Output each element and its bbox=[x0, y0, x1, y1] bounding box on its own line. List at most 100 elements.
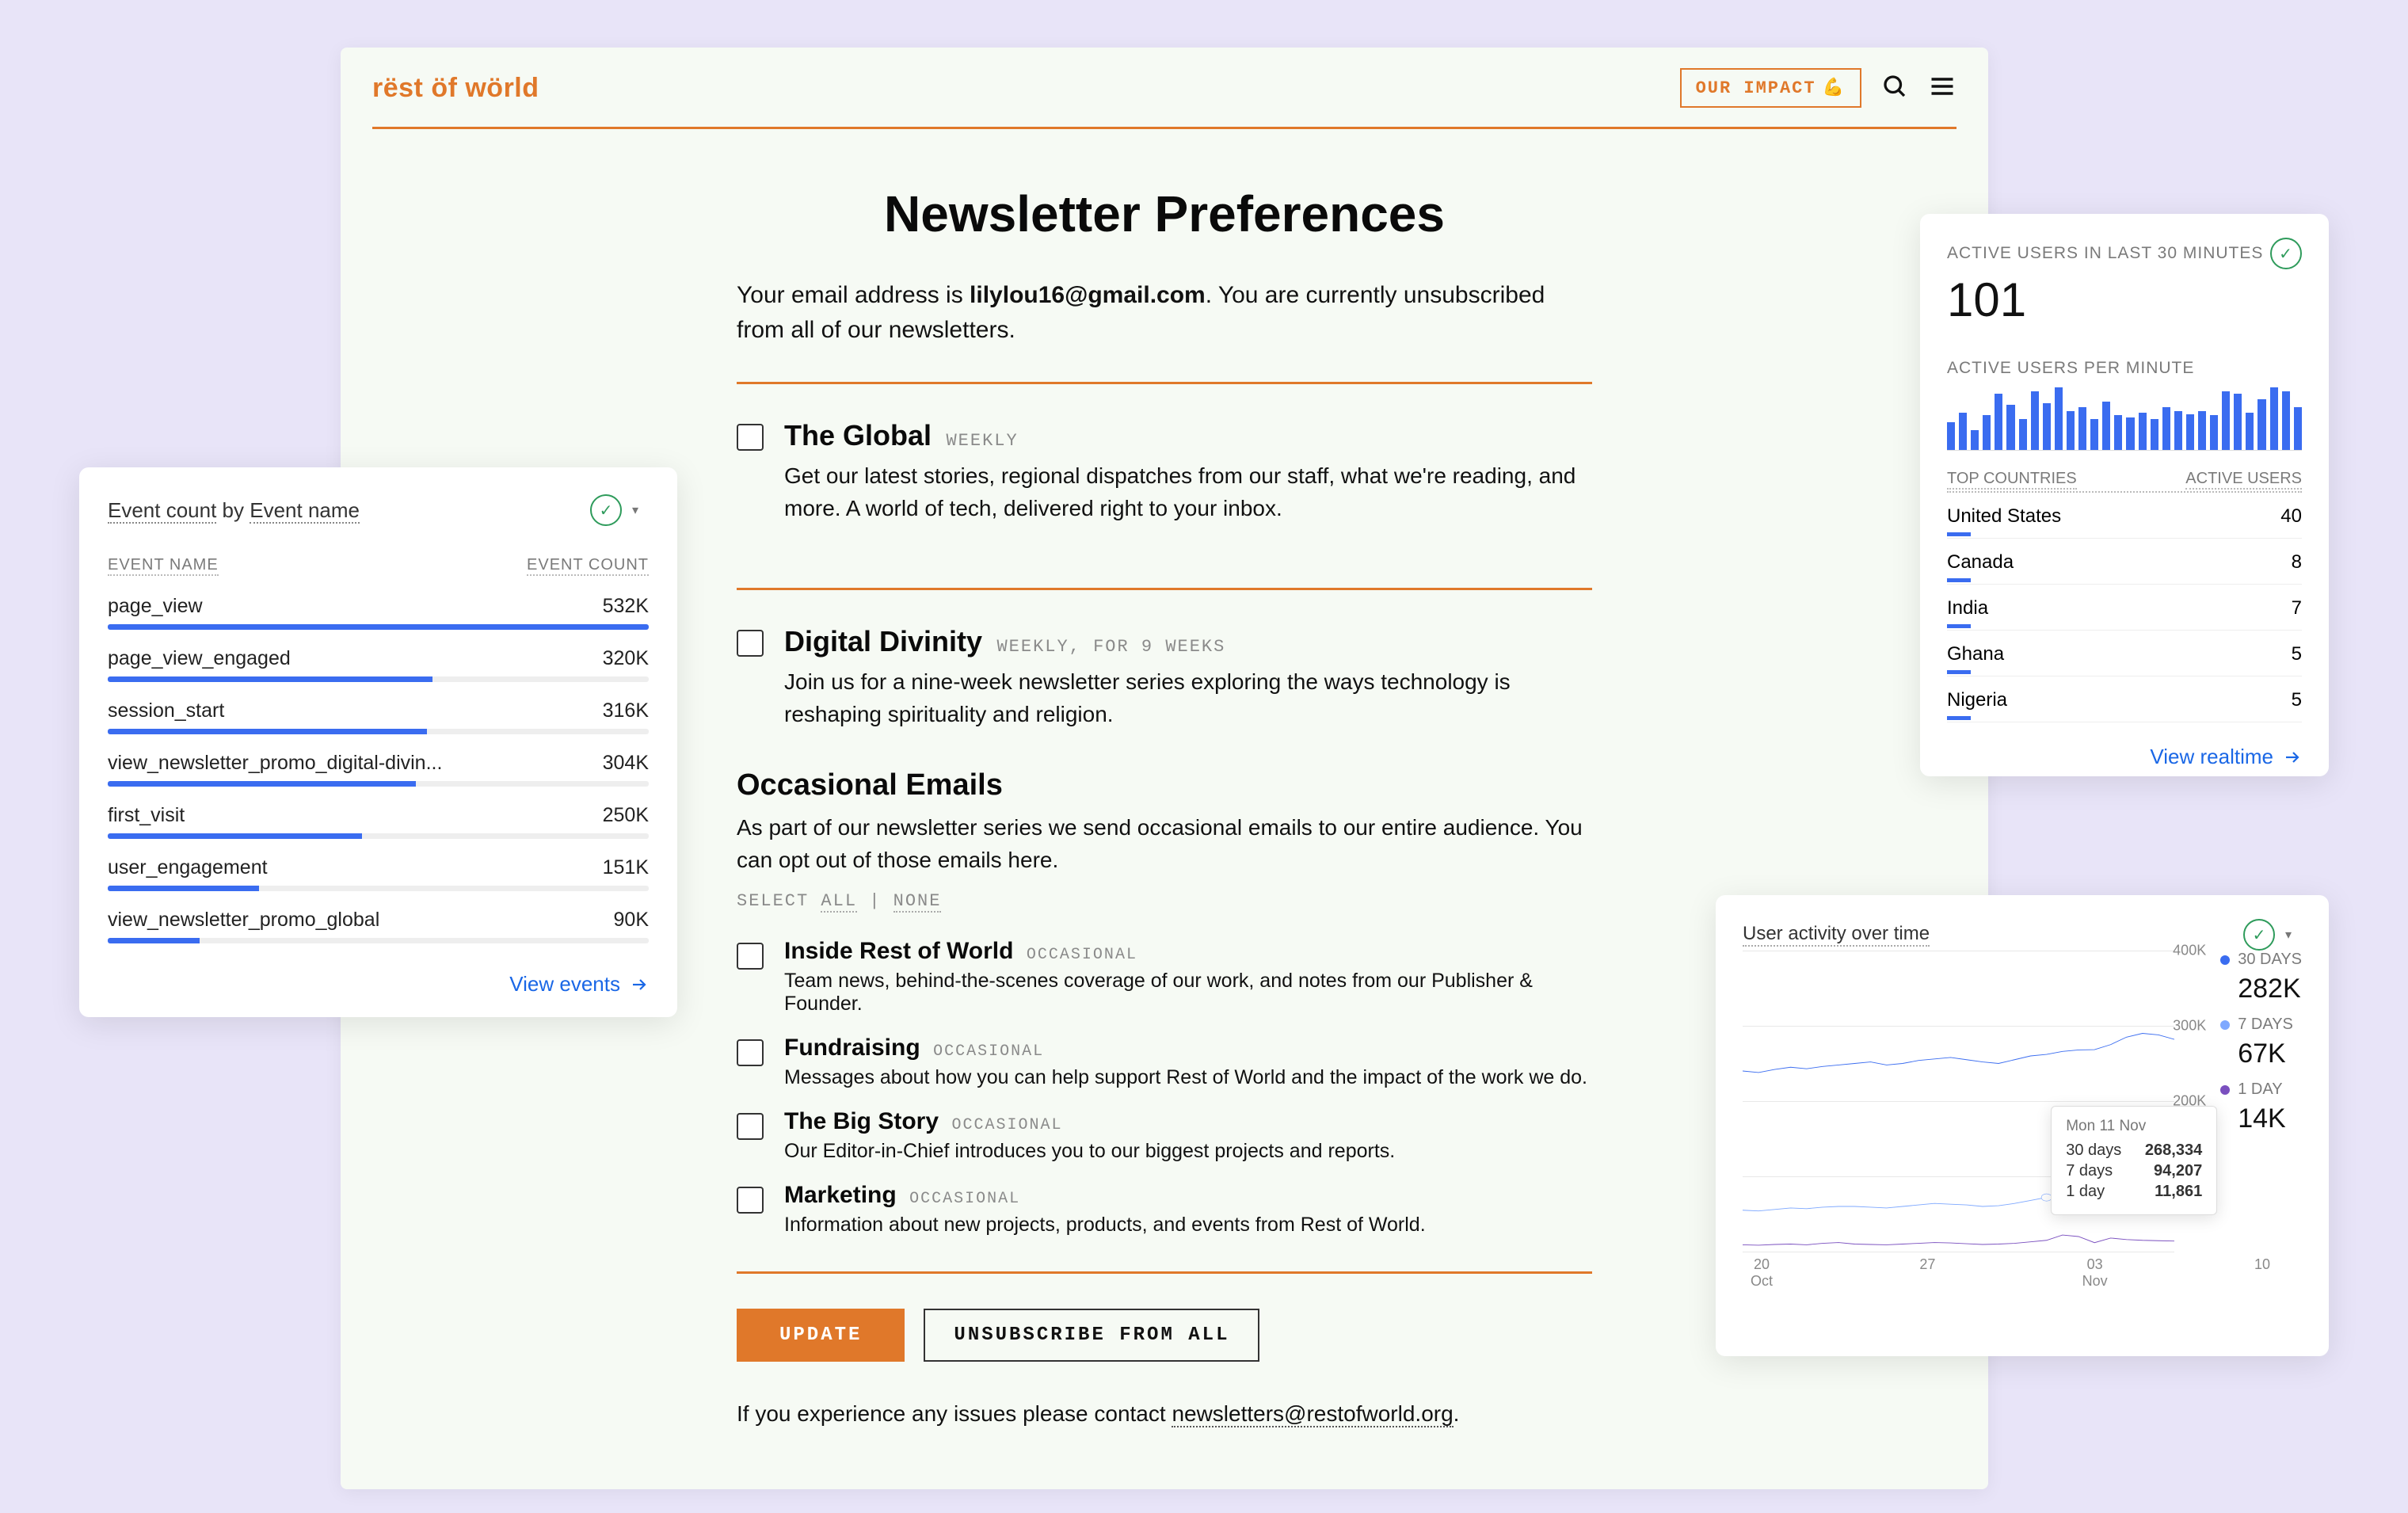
xtick: 20 bbox=[1751, 1256, 1773, 1273]
tooltip-value: 11,861 bbox=[2155, 1183, 2202, 1201]
occasional-item-big-story: The Big Story OCCASIONAL Our Editor-in-C… bbox=[737, 1108, 1592, 1163]
event-row[interactable]: page_view532K bbox=[108, 581, 649, 633]
event-rows: page_view532Kpage_view_engaged320Ksessio… bbox=[108, 581, 649, 947]
view-realtime-link[interactable]: View realtime bbox=[1947, 745, 2302, 769]
country-bar bbox=[1947, 670, 1971, 674]
spark-bar bbox=[2270, 387, 2278, 450]
dimension-selector[interactable]: Event name bbox=[250, 498, 360, 524]
event-name: view_newsletter_promo_digital-divin... bbox=[108, 752, 442, 775]
card-menu-dropdown[interactable]: ▾ bbox=[622, 494, 649, 526]
country-bar bbox=[1947, 716, 1971, 720]
event-card-title: Event count by Event name bbox=[108, 498, 360, 523]
occasional-title: Inside Rest of World bbox=[784, 938, 1013, 964]
card-menu-dropdown[interactable]: ▾ bbox=[2275, 919, 2302, 951]
event-name: session_start bbox=[108, 699, 224, 722]
legend-dot-icon bbox=[2220, 1020, 2230, 1030]
spark-bar bbox=[2114, 415, 2122, 450]
spark-bar bbox=[2222, 391, 2230, 450]
update-button[interactable]: UPDATE bbox=[737, 1309, 905, 1362]
occasional-description: Team news, behind-the-scenes coverage of… bbox=[784, 970, 1592, 1016]
event-bar bbox=[108, 729, 649, 734]
newsletter-title: The Global bbox=[784, 419, 932, 452]
select-all-none-row: SELECT ALL | NONE bbox=[737, 891, 1592, 911]
our-impact-button[interactable]: OUR IMPACT 💪 bbox=[1680, 68, 1861, 108]
view-events-link[interactable]: View events bbox=[108, 972, 649, 997]
country-value: 8 bbox=[2292, 551, 2302, 582]
select-none-link[interactable]: NONE bbox=[893, 891, 942, 913]
event-row[interactable]: page_view_engaged320K bbox=[108, 633, 649, 685]
country-name: Nigeria bbox=[1947, 689, 2007, 711]
occasional-description: Information about new projects, products… bbox=[784, 1214, 1426, 1237]
check-circle-icon: ✓ bbox=[2270, 238, 2302, 269]
country-row[interactable]: India7 bbox=[1947, 585, 2302, 631]
newsletter-title: Digital Divinity bbox=[784, 625, 982, 657]
event-row[interactable]: first_visit 250K bbox=[108, 790, 649, 842]
support-email-link[interactable]: newsletters@restofworld.org bbox=[1172, 1401, 1453, 1427]
event-column-headers: EVENT NAME EVENT COUNT bbox=[108, 556, 649, 576]
search-icon[interactable] bbox=[1880, 72, 1909, 105]
metric-selector[interactable]: Event count bbox=[108, 498, 216, 524]
col-top-countries: TOP COUNTRIES bbox=[1947, 470, 2077, 490]
legend-dot-icon bbox=[2220, 1085, 2230, 1095]
spark-bar bbox=[2031, 391, 2039, 450]
occasional-description: Our Editor-in-Chief introduces you to ou… bbox=[784, 1140, 1395, 1163]
country-row[interactable]: Canada8 bbox=[1947, 539, 2302, 585]
line-chart-area[interactable]: 400K 300K 200K 100K Mon 11 Nov 30 days26… bbox=[1743, 951, 2206, 1252]
event-bar bbox=[108, 833, 649, 839]
legend-value: 67K bbox=[2238, 1039, 2302, 1069]
occasional-title: The Big Story bbox=[784, 1108, 939, 1134]
newsletter-checkbox[interactable] bbox=[737, 424, 764, 451]
event-name: first_visit bbox=[108, 804, 185, 827]
occasional-checkbox[interactable] bbox=[737, 1039, 764, 1066]
activity-title[interactable]: User activity over time bbox=[1743, 923, 1930, 947]
active-users-card: ACTIVE USERS IN LAST 30 MINUTES ✓ 101 AC… bbox=[1920, 214, 2329, 776]
country-row[interactable]: United States40 bbox=[1947, 493, 2302, 539]
country-bar bbox=[1947, 578, 1971, 582]
occasional-checkbox[interactable] bbox=[737, 943, 764, 970]
spark-bar bbox=[2126, 417, 2134, 450]
occasional-checkbox[interactable] bbox=[737, 1113, 764, 1140]
occasional-tag: OCCASIONAL bbox=[951, 1116, 1062, 1134]
line-series bbox=[1743, 1034, 2174, 1073]
occasional-title: Marketing bbox=[784, 1182, 897, 1208]
ytick: 300K bbox=[2173, 1018, 2206, 1035]
spark-bar bbox=[1947, 422, 1955, 450]
event-row[interactable]: session_start316K bbox=[108, 685, 649, 737]
event-row[interactable]: user_engagement151K bbox=[108, 842, 649, 894]
site-header: rëst öf wörld OUR IMPACT 💪 bbox=[372, 68, 1956, 129]
hamburger-menu-icon[interactable] bbox=[1928, 72, 1956, 105]
unsubscribe-all-button[interactable]: UNSUBSCRIBE FROM ALL bbox=[924, 1309, 1259, 1362]
legend-label: 1 DAY bbox=[2238, 1080, 2282, 1099]
our-impact-label: OUR IMPACT bbox=[1696, 78, 1816, 98]
event-count: 250K bbox=[603, 804, 649, 827]
event-row[interactable]: view_newsletter_promo_global90K bbox=[108, 894, 649, 947]
occasional-tag: OCCASIONAL bbox=[909, 1190, 1020, 1208]
user-activity-card: User activity over time ✓ ▾ 400K 300K 20… bbox=[1716, 895, 2329, 1356]
select-separator: | bbox=[869, 891, 881, 911]
country-column-headers: TOP COUNTRIES ACTIVE USERS bbox=[1947, 470, 2302, 493]
country-value: 40 bbox=[2280, 505, 2302, 536]
arrow-right-icon bbox=[2283, 748, 2302, 767]
site-logo[interactable]: rëst öf wörld bbox=[372, 73, 539, 104]
newsletter-checkbox[interactable] bbox=[737, 630, 764, 657]
country-value: 7 bbox=[2292, 597, 2302, 628]
country-row[interactable]: Ghana5 bbox=[1947, 631, 2302, 676]
view-events-label: View events bbox=[509, 972, 620, 997]
event-count: 90K bbox=[614, 909, 649, 932]
chart-tooltip: Mon 11 Nov 30 days268,334 7 days94,207 1… bbox=[2051, 1106, 2217, 1215]
legend-value: 14K bbox=[2238, 1103, 2302, 1134]
occasional-item-inside: Inside Rest of World OCCASIONAL Team new… bbox=[737, 938, 1592, 1016]
footnote-post: . bbox=[1454, 1401, 1460, 1426]
event-name: user_engagement bbox=[108, 856, 268, 879]
occasional-item-marketing: Marketing OCCASIONAL Information about n… bbox=[737, 1182, 1592, 1237]
country-row[interactable]: Nigeria5 bbox=[1947, 676, 2302, 722]
spark-bar bbox=[2294, 407, 2302, 450]
spark-bar bbox=[2043, 403, 2051, 450]
occasional-checkbox[interactable] bbox=[737, 1187, 764, 1214]
occasional-heading: Occasional Emails bbox=[737, 768, 1592, 802]
title-by: by bbox=[216, 498, 250, 522]
select-all-link[interactable]: ALL bbox=[821, 891, 857, 913]
spark-bar bbox=[2067, 411, 2075, 450]
col-event-name: EVENT NAME bbox=[108, 556, 219, 576]
event-row[interactable]: view_newsletter_promo_digital-divin...30… bbox=[108, 737, 649, 790]
